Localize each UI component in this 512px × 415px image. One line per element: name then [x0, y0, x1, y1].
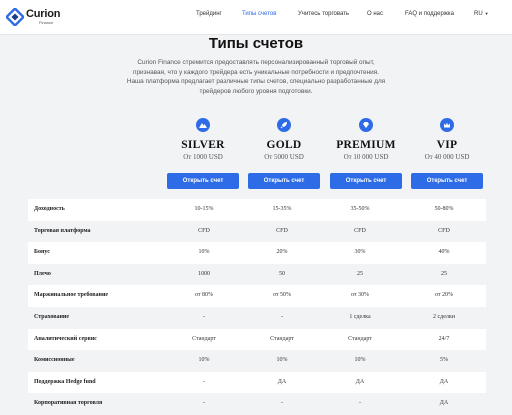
row-label: Торговая платформа [34, 227, 91, 234]
nav-account-types[interactable]: Типы счетов [242, 11, 276, 17]
table-cell: от 30% [350, 292, 370, 299]
row-label: Бонус [34, 249, 50, 256]
row-label: Доходность [34, 206, 65, 212]
table-cell: 10% [198, 249, 210, 256]
table-cell: ДА [439, 378, 449, 385]
plan-name: VIP [436, 139, 458, 151]
row-label: Маржинальное требование [34, 292, 109, 299]
table-cell: CFD [354, 227, 366, 234]
table-cell: 35-50% [350, 206, 370, 212]
chevron-down-icon: ▼ [484, 11, 489, 16]
table-cell: CFD [276, 227, 288, 234]
table-cell: 25 [357, 270, 363, 277]
table-row: Аналитический сервис Стандарт Стандарт С… [28, 328, 486, 351]
nav-faq[interactable]: FAQ и поддержка [405, 11, 454, 17]
table-row: Маржинальное требование от 80% от 50% от… [28, 285, 486, 307]
table-cell: - [203, 378, 205, 385]
table-cell: - [281, 400, 283, 407]
table-row: Плечо 1000 50 25 25 [28, 264, 486, 286]
table-row: Комиссионные 10% 10% 10% 5% [28, 350, 486, 372]
nav-trading[interactable]: Трейдинг [196, 11, 222, 17]
table-cell: CFD [438, 227, 450, 234]
table-cell: от 50% [272, 292, 292, 299]
table-cell: ДА [439, 400, 449, 407]
table-cell: CFD [198, 227, 210, 234]
top-navigation-bar: Curion Finance Трейдинг Типы счетов Учит… [0, 0, 512, 35]
plan-gold: GOLD От 5000 USD Открыть счет [243, 115, 325, 189]
table-cell: 1000 [198, 270, 210, 277]
table-cell: 10% [354, 357, 366, 364]
plan-premium: PREMIUM От 10 000 USD Открыть счет [325, 115, 407, 189]
table-cell: от 20% [434, 292, 454, 299]
table-cell: - [281, 313, 283, 320]
language-selector[interactable]: RU ▼ [474, 11, 489, 17]
plan-name: PREMIUM [336, 139, 396, 151]
table-cell: - [359, 400, 361, 407]
crown-icon [440, 118, 454, 132]
table-cell: 50-80% [434, 206, 454, 212]
main-nav: Трейдинг Типы счетов Учитесь торговать О… [0, 11, 512, 25]
mountain-icon [196, 118, 210, 132]
table-cell: ДА [355, 378, 365, 385]
table-cell: Стандарт [270, 335, 294, 342]
table-row: Поддержка Hedge fund - ДА ДА ДА [28, 371, 486, 394]
table-cell: 10% [198, 357, 210, 364]
table-cell: - [203, 313, 205, 320]
plan-price: От 5000 USD [264, 153, 304, 161]
table-row: Страхование - - 1 сделка 2 сделки [28, 307, 486, 329]
table-cell: от 80% [194, 292, 214, 299]
plan-name: SILVER [181, 139, 225, 151]
row-label: Плечо [34, 270, 51, 277]
table-cell: 15-35% [272, 206, 292, 212]
diamond-icon [359, 118, 373, 132]
plan-price: От 1000 USD [183, 153, 223, 161]
table-cell: Стандарт [348, 335, 372, 342]
rocket-icon [277, 118, 291, 132]
open-account-button[interactable]: Открыть счет [248, 173, 320, 189]
table-cell: 1 сделка [349, 313, 371, 320]
plan-name: GOLD [266, 139, 302, 151]
row-label: Аналитический сервис [34, 335, 97, 342]
table-cell: ДА [277, 378, 287, 385]
plan-vip: VIP От 40 000 USD Открыть счет [406, 115, 488, 189]
table-cell: 24/7 [438, 335, 450, 342]
page-title: Типы счетов [208, 35, 304, 52]
table-row: Бонус 10% 20% 30% 40% [28, 242, 486, 264]
open-account-button[interactable]: Открыть счет [330, 173, 402, 189]
table-cell: Стандарт [192, 335, 216, 342]
row-label: Страхование [34, 313, 70, 320]
plan-price: От 10 000 USD [343, 153, 389, 161]
plan-price: От 40 000 USD [424, 153, 470, 161]
row-label: Поддержка Hedge fund [34, 378, 96, 385]
table-cell: 10-15% [194, 206, 214, 212]
table-cell: 30% [354, 249, 366, 256]
table-cell: 10% [276, 357, 288, 364]
nav-learn-trading[interactable]: Учитесь торговать [298, 11, 349, 17]
table-cell: - [203, 400, 205, 407]
language-label: RU [474, 11, 483, 17]
row-label: Комиссионные [34, 357, 75, 364]
table-row: Корпоративная торговля - - - ДА [28, 393, 486, 415]
open-account-button[interactable]: Открыть счет [167, 173, 239, 189]
intro-text: Curion Finance стремится предоставлять п… [126, 59, 386, 95]
table-cell: 40% [438, 249, 450, 256]
table-cell: 2 сделки [433, 313, 455, 320]
table-cell: 25 [441, 270, 447, 277]
table-row: Торговая платформа CFD CFD CFD CFD [28, 221, 486, 243]
nav-about[interactable]: О нас [367, 11, 383, 17]
table-cell: 50 [279, 270, 285, 277]
table-row: Доходность 10-15% 15-35% 35-50% 50-80% [28, 199, 486, 221]
plan-silver: SILVER От 1000 USD Открыть счет [162, 115, 244, 189]
table-cell: 20% [276, 249, 288, 256]
table-cell: 5% [440, 357, 448, 364]
row-label: Корпоративная торговля [34, 400, 103, 407]
account-comparison-table: Доходность 10-15% 15-35% 35-50% 50-80% Т… [28, 199, 486, 415]
open-account-button[interactable]: Открыть счет [411, 173, 483, 189]
